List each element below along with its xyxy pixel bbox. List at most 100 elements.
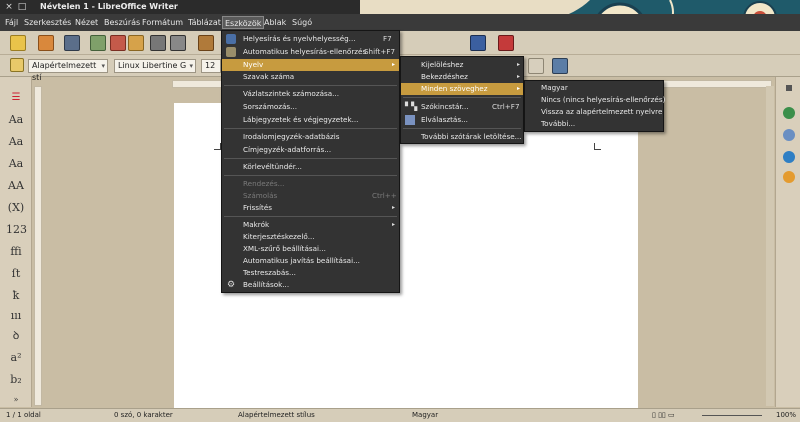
chevron-down-icon: ▾ (189, 62, 193, 70)
menu-item-bibliography-db[interactable]: Irodalomjegyzék-adatbázis (222, 131, 399, 143)
styles-panel-icon[interactable] (783, 129, 795, 141)
sidebar-item-8[interactable]: ſt (6, 265, 26, 283)
draw-functions-icon[interactable] (498, 35, 514, 51)
menu-format[interactable]: Formátum (140, 16, 185, 29)
sidebar-item-13[interactable]: b₂ (6, 371, 26, 389)
export-icon[interactable] (90, 35, 106, 51)
zoom-slider[interactable] (702, 415, 762, 416)
menu-item-options[interactable]: ⚙ Beállítások... (222, 279, 399, 291)
menu-item-calculate[interactable]: Számolás Ctrl++ (222, 190, 399, 202)
menu-insert[interactable]: Beszúrás (102, 16, 142, 29)
view-layout-icons[interactable]: ▯ ▯▯ ▭ (652, 409, 675, 422)
menu-item-word-count[interactable]: Szavak száma (222, 71, 399, 83)
spellcheck-toolbar-icon[interactable] (198, 35, 214, 51)
page-count: 1 / 1 oldal (6, 411, 41, 419)
standard-toolbar (0, 31, 800, 55)
menu-item-extension-manager[interactable]: Kiterjesztéskezelő... (222, 231, 399, 243)
sidebar-item-9[interactable]: ꝁ (6, 287, 26, 305)
menu-item-spelling[interactable]: Helyesírás és nyelvhelyesség... F7 (222, 33, 399, 45)
submenu-arrow-icon: ▸ (517, 61, 521, 68)
menu-view[interactable]: Nézet (73, 16, 100, 29)
export-pdf-icon[interactable] (110, 35, 126, 51)
print-preview-icon[interactable] (170, 35, 186, 51)
close-window-icon[interactable]: × (4, 1, 14, 13)
styles-icon[interactable] (10, 58, 24, 72)
menu-item-mail-merge[interactable]: Körlevéltündér... (222, 161, 399, 173)
menu-item-language[interactable]: Nyelv ▸ (222, 59, 399, 71)
print-icon[interactable] (150, 35, 166, 51)
chevron-down-icon: ▾ (101, 62, 105, 70)
sidebar-item-12[interactable]: a² (6, 349, 26, 367)
font-name-combo[interactable]: Linux Libertine G ▾ (114, 59, 196, 73)
menu-item-sort[interactable]: Rendezés... (222, 178, 399, 190)
menu-item-for-paragraph[interactable]: Bekezdéshez ▸ (401, 71, 523, 83)
sidebar-item-6[interactable]: 123 (6, 221, 27, 239)
menu-item-for-selection[interactable]: Kijelöléshez ▸ (401, 59, 523, 71)
vertical-scrollbar[interactable] (766, 86, 774, 406)
sidebar-item-4[interactable]: AA (6, 177, 26, 195)
menu-item-macros[interactable]: Makrók ▸ (222, 219, 399, 231)
status-bar: 1 / 1 oldal 0 szó, 0 karakter Alapértelm… (0, 408, 800, 422)
sidebar-menu-icon[interactable] (786, 85, 792, 91)
page-style[interactable]: Alapértelmezett stílus (238, 409, 315, 422)
sidebar-item-11[interactable]: ꝺ (6, 327, 26, 345)
thesaurus-icon: ▘▚ (405, 102, 418, 111)
text-boundary-corner (594, 143, 601, 150)
menu-item-customize[interactable]: Testreszabás... (222, 267, 399, 279)
menu-window[interactable]: Ablak (262, 16, 288, 29)
menu-item-for-all-text[interactable]: Minden szöveghez ▸ (401, 83, 523, 95)
submenu-arrow-icon: ▸ (392, 204, 396, 211)
menu-file[interactable]: Fájl (3, 16, 20, 29)
menu-item-footnotes[interactable]: Lábjegyzetek és végjegyzetek... (222, 114, 399, 126)
zoom-level[interactable]: 100% (776, 409, 796, 422)
navigator-panel-icon[interactable] (783, 171, 795, 183)
new-document-icon[interactable] (10, 35, 26, 51)
menu-item-update[interactable]: Frissítés ▸ (222, 202, 399, 214)
sidebar-item-7[interactable]: ffi (6, 243, 26, 261)
menu-item-more-languages[interactable]: További... (525, 118, 663, 130)
menu-item-autocorrect[interactable]: Automatikus javítás beállításai... (222, 255, 399, 267)
gallery-icon[interactable] (783, 151, 795, 163)
word-count: 0 szó, 0 karakter (114, 411, 173, 419)
sidebar-item-5[interactable]: (X) (6, 199, 26, 217)
right-sidebar (775, 77, 800, 407)
language-status[interactable]: Magyar (412, 409, 438, 422)
submenu-arrow-icon: ▸ (517, 85, 521, 92)
menu-item-address-source[interactable]: Címjegyzék-adatforrás... (222, 144, 399, 156)
chart-icon[interactable] (470, 35, 486, 51)
open-icon[interactable] (38, 35, 54, 51)
menu-item-autospell[interactable]: Automatikus helyesírás-ellenőrzés Shift+… (222, 46, 399, 58)
font-size-combo[interactable]: 12 (201, 59, 221, 73)
paragraph-style-value: Alapértelmezett stí (32, 61, 97, 82)
menu-item-hungarian[interactable]: Magyar (525, 82, 663, 94)
sidebar-item-0[interactable]: ☰ (6, 89, 26, 107)
sidebar-item-2[interactable]: Aa (6, 133, 26, 151)
character-highlight-icon[interactable] (528, 58, 544, 74)
menu-table[interactable]: Táblázat (186, 16, 223, 29)
menu-item-more-dictionaries[interactable]: További szótárak letöltése... (401, 131, 523, 143)
sidebar-item-3[interactable]: Aa (6, 155, 26, 173)
menu-separator (224, 216, 397, 217)
menu-tools[interactable]: Eszközök (222, 16, 265, 29)
sidebar-more-icon[interactable]: » (6, 391, 26, 409)
menu-item-line-numbering[interactable]: Sorszámozás... (222, 101, 399, 113)
menu-help[interactable]: Súgó (290, 16, 314, 29)
sidebar-item-1[interactable]: Aa (6, 111, 26, 129)
window-title: Névtelen 1 - LibreOffice Writer (40, 2, 178, 11)
save-icon[interactable] (64, 35, 80, 51)
paragraph-style-combo[interactable]: Alapértelmezett stí ▾ (28, 59, 108, 82)
menu-item-thesaurus[interactable]: ▘▚ Szókincstár... Ctrl+F7 (401, 101, 523, 113)
menu-item-reset-language[interactable]: Vissza az alapértelmezett nyelvre (525, 106, 663, 118)
menu-item-xml-filter[interactable]: XML-szűrő beállításai... (222, 243, 399, 255)
sidebar-item-10[interactable]: ııı (6, 307, 26, 325)
menu-item-no-language[interactable]: Nincs (nincs helyesírás-ellenőrzés) (525, 94, 665, 106)
menu-item-hyphenation[interactable]: Elválasztás... (401, 114, 523, 126)
navigator-icon[interactable] (552, 58, 568, 74)
menu-item-outline-numbering[interactable]: Vázlatszintek számozása... (222, 88, 399, 100)
properties-icon[interactable] (783, 107, 795, 119)
maximize-window-icon[interactable]: □ (17, 1, 27, 13)
gear-icon: ⚙ (227, 280, 236, 290)
menu-separator (224, 128, 397, 129)
menu-edit[interactable]: Szerkesztés (22, 16, 73, 29)
email-icon[interactable] (128, 35, 144, 51)
